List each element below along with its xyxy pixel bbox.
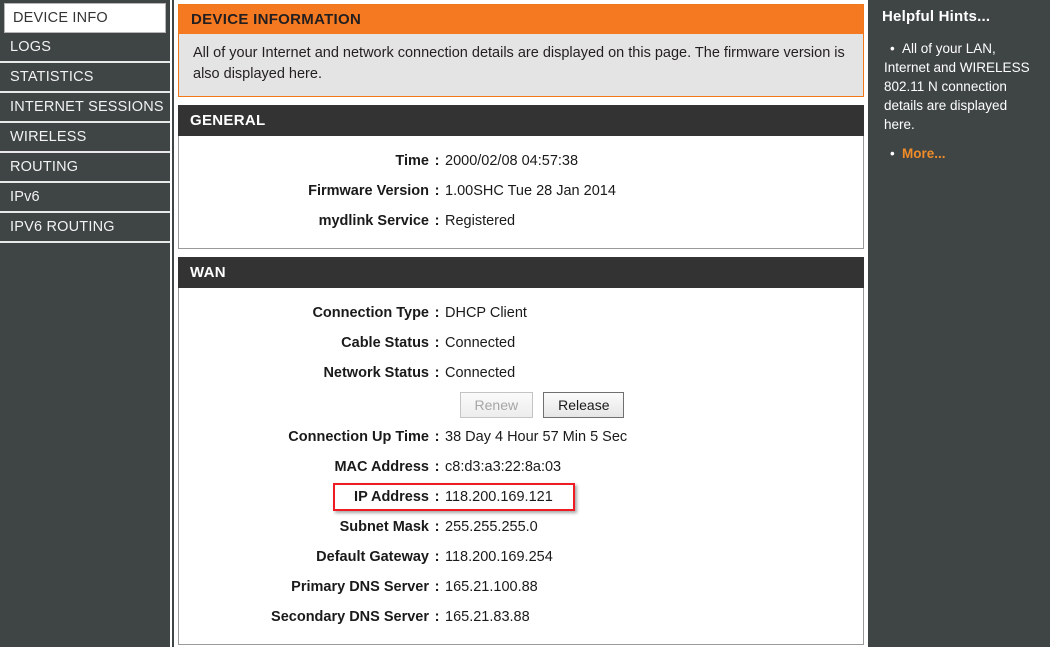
wan-section: WAN Connection Type : DHCP Client Cable … [178,257,864,645]
table-row: MAC Address : c8:d3:a3:22:8a:03 [179,452,863,482]
row-value: 118.200.169.254 [445,549,553,565]
sidebar-item-label: DEVICE INFO [13,10,108,26]
row-label: Connection Up Time [288,429,429,445]
row-value: 255.255.255.0 [445,519,538,535]
device-information-panel: DEVICE INFORMATION All of your Internet … [178,4,864,97]
row-label: Time [395,153,429,169]
sidebar-nav: DEVICE INFO LOGS STATISTICS INTERNET SES… [0,0,172,647]
table-row: Primary DNS Server : 165.21.100.88 [179,572,863,602]
row-label: Secondary DNS Server [271,609,429,625]
row-label: mydlink Service [318,213,429,229]
row-colon: : [434,365,440,381]
table-row: Default Gateway : 118.200.169.254 [179,542,863,572]
row-colon: : [434,579,440,595]
row-value: 38 Day 4 Hour 57 Min 5 Sec [445,429,628,445]
hints-list: • All of your LAN, Internet and WIRELESS… [882,39,1040,163]
sidebar-item-wireless[interactable]: WIRELESS [0,123,170,153]
row-colon: : [434,429,440,445]
sidebar-item-label: WIRELESS [10,129,87,145]
row-label: Connection Type [312,305,429,321]
wan-section-body: Connection Type : DHCP Client Cable Stat… [178,288,864,645]
main-content: DEVICE INFORMATION All of your Internet … [174,0,868,647]
sidebar-item-label: IPV6 ROUTING [10,219,115,235]
row-value: Registered [445,213,516,229]
table-row: Network Status : Connected [179,358,863,388]
sidebar-item-label: LOGS [10,39,52,55]
row-label: Network Status [323,365,429,381]
row-value: Connected [445,365,516,381]
sidebar-item-ipv6[interactable]: IPv6 [0,183,170,213]
renew-button[interactable]: Renew [459,392,534,418]
hint-text: All of your LAN, Internet and WIRELESS 8… [884,41,1030,132]
helpful-hints-panel: Helpful Hints... • All of your LAN, Inte… [870,0,1050,647]
bullet-icon: • [890,41,895,56]
sidebar-item-ipv6-routing[interactable]: IPV6 ROUTING [0,213,170,243]
sidebar-item-label: INTERNET SESSIONS [10,99,164,115]
row-value: 118.200.169.121 [445,489,553,505]
row-label: IP Address [354,489,429,505]
sidebar-item-label: STATISTICS [10,69,94,85]
sidebar-item-routing[interactable]: ROUTING [0,153,170,183]
row-colon: : [434,213,440,229]
row-value: 165.21.100.88 [445,579,538,595]
table-row: Cable Status : Connected [179,328,863,358]
row-value: 1.00SHC Tue 28 Jan 2014 [445,183,616,199]
row-value: c8:d3:a3:22:8a:03 [445,459,562,475]
row-colon: : [434,489,440,505]
general-section: GENERAL Time : 2000/02/08 04:57:38 Firmw… [178,105,864,249]
table-row: Firmware Version : 1.00SHC Tue 28 Jan 20… [179,176,863,206]
hints-title: Helpful Hints... [882,8,991,25]
row-value: 165.21.83.88 [445,609,530,625]
general-section-body: Time : 2000/02/08 04:57:38 Firmware Vers… [178,136,864,249]
page-description: All of your Internet and network connect… [179,34,863,96]
row-value: DHCP Client [445,305,527,321]
row-colon: : [434,183,440,199]
list-item[interactable]: • More... [882,144,1040,163]
list-item: • All of your LAN, Internet and WIRELESS… [882,39,1040,134]
row-value: Connected [445,335,516,351]
release-button[interactable]: Release [543,392,625,418]
row-label: Firmware Version [308,183,429,199]
table-row: Time : 2000/02/08 04:57:38 [179,146,863,176]
sidebar-item-internet-sessions[interactable]: INTERNET SESSIONS [0,93,170,123]
sidebar-item-device-info[interactable]: DEVICE INFO [4,3,166,33]
row-colon: : [434,153,440,169]
row-label: Default Gateway [316,549,429,565]
row-label: MAC Address [334,459,429,475]
page-title: DEVICE INFORMATION [179,5,863,34]
sidebar-item-statistics[interactable]: STATISTICS [0,63,170,93]
router-admin-page: DEVICE INFO LOGS STATISTICS INTERNET SES… [0,0,1050,647]
dhcp-actions: Renew Release [179,392,863,418]
table-row: mydlink Service : Registered [179,206,863,236]
table-row: Secondary DNS Server : 165.21.83.88 [179,602,863,632]
bullet-icon: • [890,146,895,161]
table-row: Connection Up Time : 38 Day 4 Hour 57 Mi… [179,422,863,452]
row-colon: : [434,335,440,351]
row-label: Primary DNS Server [291,579,429,595]
row-label: Cable Status [341,335,429,351]
sidebar-item-label: ROUTING [10,159,79,175]
row-colon: : [434,459,440,475]
sidebar-item-logs[interactable]: LOGS [0,33,170,63]
table-row: Subnet Mask : 255.255.255.0 [179,512,863,542]
sidebar-item-label: IPv6 [10,189,40,205]
row-colon: : [434,519,440,535]
more-link[interactable]: More... [884,144,1040,163]
wan-section-title: WAN [178,257,864,288]
row-value: 2000/02/08 04:57:38 [445,153,579,169]
row-label: Subnet Mask [339,519,429,535]
general-section-title: GENERAL [178,105,864,136]
table-row: Connection Type : DHCP Client [179,298,863,328]
row-colon: : [434,305,440,321]
ip-address-row: IP Address : 118.200.169.121 [179,482,863,512]
row-colon: : [434,609,440,625]
row-colon: : [434,549,440,565]
